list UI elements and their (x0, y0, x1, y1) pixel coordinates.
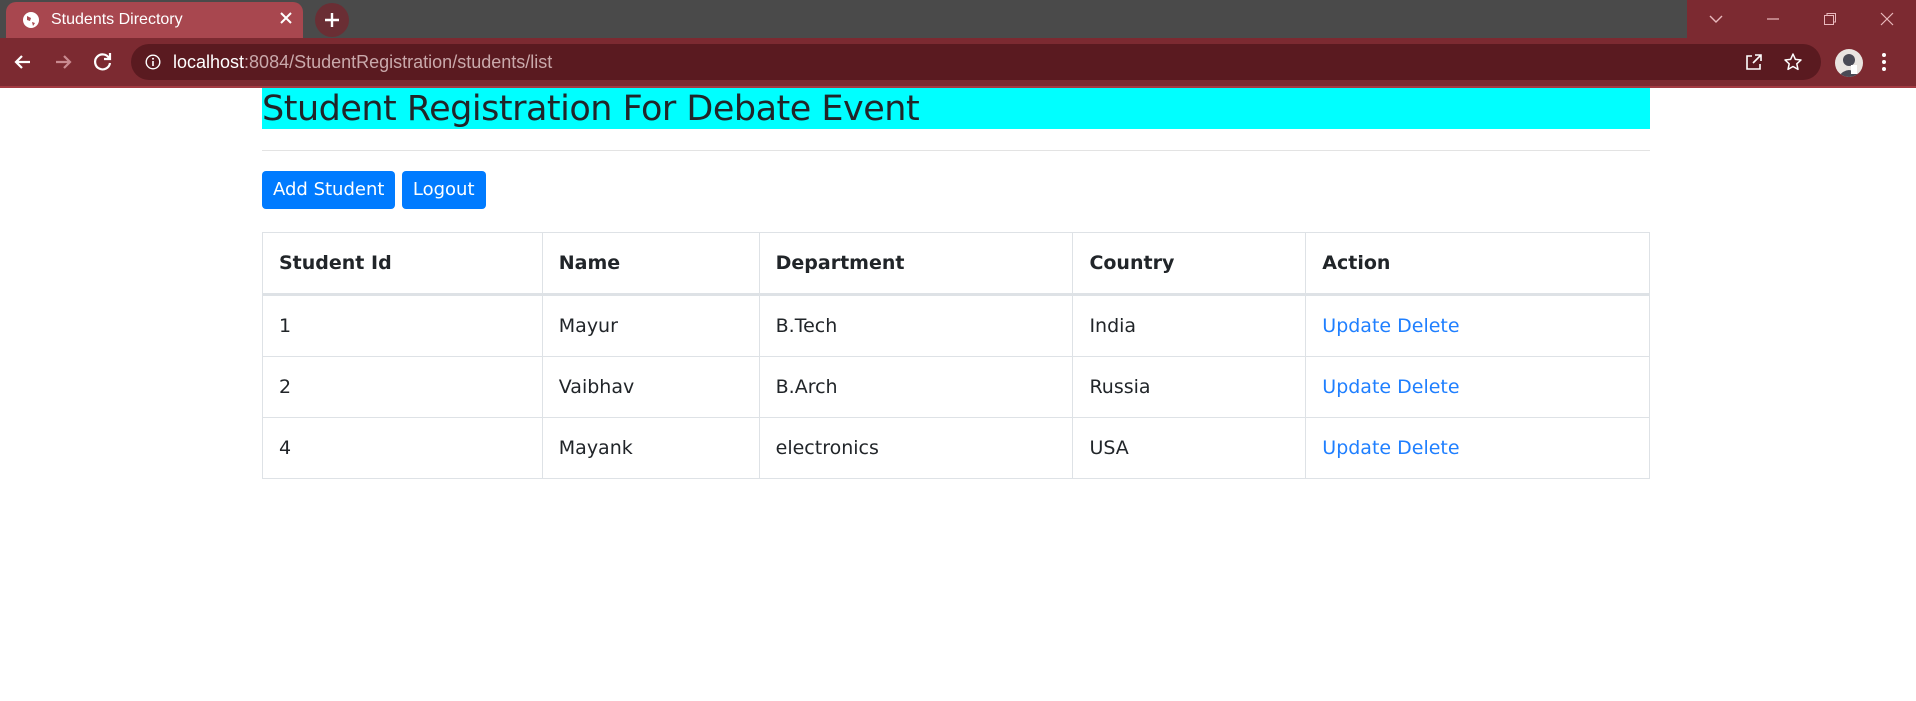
cell-student-id: 2 (262, 356, 543, 418)
table-row: 4 Mayank electronics USA Update Delete (262, 417, 1650, 479)
close-window-button[interactable] (1858, 0, 1915, 38)
close-icon[interactable] (276, 8, 296, 28)
plus-icon (325, 13, 339, 27)
cell-name: Vaibhav (541, 356, 760, 418)
add-student-button[interactable]: Add Student (262, 171, 396, 209)
cell-action: Update Delete (1305, 356, 1650, 418)
delete-link[interactable]: Delete (1397, 376, 1459, 398)
forward-icon[interactable] (50, 49, 76, 75)
header-action: Action (1305, 232, 1650, 296)
update-link[interactable]: Update (1322, 315, 1391, 337)
avatar-icon (1838, 54, 1860, 77)
cell-name: Mayur (541, 294, 760, 357)
globe-icon (23, 12, 39, 28)
url-text: localhost:8084/StudentRegistration/stude… (173, 52, 552, 73)
cell-country: India (1072, 294, 1307, 357)
students-table: Student Id Name Department Country Actio… (262, 232, 1650, 479)
browser-toolbar: localhost:8084/StudentRegistration/stude… (0, 38, 1916, 88)
table-header-row: Student Id Name Department Country Actio… (262, 232, 1650, 296)
star-icon[interactable] (1783, 52, 1803, 72)
cell-name: Mayank (541, 417, 760, 479)
header-country: Country (1072, 232, 1307, 296)
page-container: Student Registration For Debate Event Ad… (262, 88, 1650, 479)
address-bar[interactable]: localhost:8084/StudentRegistration/stude… (131, 44, 1821, 80)
close-icon (1880, 12, 1894, 26)
table-row: 1 Mayur B.Tech India Update Delete (262, 294, 1650, 357)
browser-titlebar: Students Directory (0, 0, 1916, 38)
cell-department: B.Tech (758, 294, 1074, 357)
update-link[interactable]: Update (1322, 376, 1391, 398)
info-icon[interactable] (145, 54, 161, 70)
url-path: :8084/StudentRegistration/students/list (244, 52, 553, 72)
delete-link[interactable]: Delete (1397, 315, 1459, 337)
table-row: 2 Vaibhav B.Arch Russia Update Delete (262, 356, 1650, 418)
tab-search-button[interactable] (1687, 0, 1744, 38)
update-link[interactable]: Update (1322, 437, 1391, 459)
cell-action: Update Delete (1305, 294, 1650, 357)
new-tab-button[interactable] (315, 3, 349, 37)
delete-link[interactable]: Delete (1397, 437, 1459, 459)
header-department: Department (758, 232, 1074, 296)
back-icon[interactable] (10, 49, 36, 75)
reload-icon[interactable] (90, 49, 116, 75)
cell-department: B.Arch (758, 356, 1074, 418)
page-title: Student Registration For Debate Event (262, 88, 1650, 129)
cell-action: Update Delete (1305, 417, 1650, 479)
cell-department: electronics (758, 417, 1074, 479)
share-icon[interactable] (1744, 52, 1764, 72)
cell-country: USA (1072, 417, 1307, 479)
minimize-button[interactable] (1744, 0, 1801, 38)
window-controls (1687, 0, 1916, 38)
cell-country: Russia (1072, 356, 1307, 418)
restore-button[interactable] (1801, 0, 1858, 38)
menu-icon[interactable] (1880, 50, 1888, 74)
logout-button[interactable]: Logout (401, 171, 486, 209)
header-student-id: Student Id (262, 232, 543, 296)
cell-student-id: 4 (262, 417, 543, 479)
divider (262, 150, 1650, 151)
browser-tab[interactable]: Students Directory (6, 2, 303, 38)
cell-student-id: 1 (262, 294, 543, 357)
profile-avatar[interactable] (1835, 49, 1863, 77)
tab-title: Students Directory (51, 11, 183, 28)
header-name: Name (541, 232, 760, 296)
url-host: localhost (173, 52, 245, 72)
action-buttons: Add Student Logout (262, 171, 1650, 211)
restore-icon (1824, 13, 1836, 25)
minimize-icon (1767, 18, 1779, 20)
chevron-down-icon (1709, 15, 1723, 23)
